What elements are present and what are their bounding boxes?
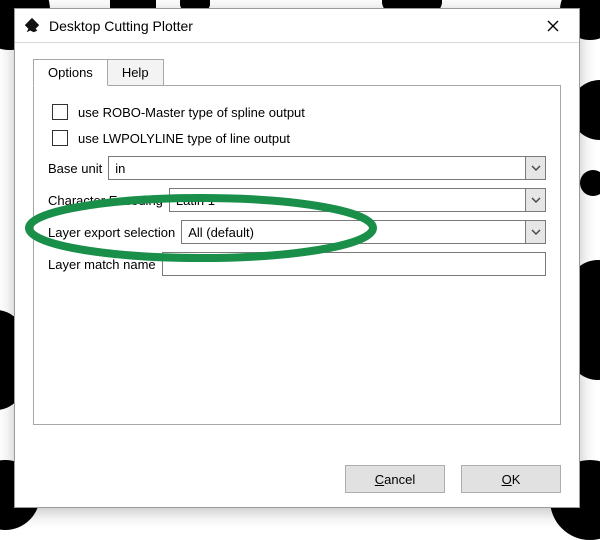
tab-help[interactable]: Help xyxy=(107,59,164,86)
dialog-window: Desktop Cutting Plotter Options Help use… xyxy=(14,8,580,508)
base-unit-select[interactable]: in xyxy=(108,156,546,180)
window-title: Desktop Cutting Plotter xyxy=(49,18,531,34)
tab-bar: Options Help xyxy=(33,59,561,86)
encoding-select[interactable]: Latin 1 xyxy=(169,188,546,212)
layer-export-row: Layer export selection All (default) xyxy=(48,220,546,244)
dialog-buttons: Cancel OK xyxy=(15,453,579,507)
tab-options[interactable]: Options xyxy=(33,59,108,86)
encoding-row: Character Encoding Latin 1 xyxy=(48,188,546,212)
close-button[interactable] xyxy=(531,11,575,41)
checkbox-robo-master[interactable]: use ROBO-Master type of spline output xyxy=(52,104,546,120)
inkscape-icon xyxy=(23,17,41,35)
layer-match-input[interactable] xyxy=(162,252,546,276)
encoding-label: Character Encoding xyxy=(48,193,163,208)
dialog-content: Options Help use ROBO-Master type of spl… xyxy=(15,43,579,453)
checkbox-box xyxy=(52,130,68,146)
checkbox-label: use LWPOLYLINE type of line output xyxy=(78,131,290,146)
base-unit-label: Base unit xyxy=(48,161,102,176)
select-value: All (default) xyxy=(182,225,525,240)
mnemonic-letter: C xyxy=(375,472,384,487)
button-label-rest: ancel xyxy=(384,472,415,487)
button-label-rest: K xyxy=(512,472,521,487)
close-icon xyxy=(547,20,559,32)
checkbox-label: use ROBO-Master type of spline output xyxy=(78,105,305,120)
tabpanel-options: use ROBO-Master type of spline output us… xyxy=(33,85,561,425)
checkbox-box xyxy=(52,104,68,120)
chevron-down-icon xyxy=(525,189,545,211)
chevron-down-icon xyxy=(525,221,545,243)
chevron-down-icon xyxy=(525,157,545,179)
cancel-button[interactable]: Cancel xyxy=(345,465,445,493)
select-value: in xyxy=(109,161,525,176)
layer-match-row: Layer match name xyxy=(48,252,546,276)
titlebar: Desktop Cutting Plotter xyxy=(15,9,579,43)
bg-blob xyxy=(580,170,600,196)
layer-match-label: Layer match name xyxy=(48,257,156,272)
mnemonic-letter: O xyxy=(502,472,512,487)
layer-export-select[interactable]: All (default) xyxy=(181,220,546,244)
select-value: Latin 1 xyxy=(170,193,525,208)
base-unit-row: Base unit in xyxy=(48,156,546,180)
layer-export-label: Layer export selection xyxy=(48,225,175,240)
checkbox-lwpolyline[interactable]: use LWPOLYLINE type of line output xyxy=(52,130,546,146)
ok-button[interactable]: OK xyxy=(461,465,561,493)
